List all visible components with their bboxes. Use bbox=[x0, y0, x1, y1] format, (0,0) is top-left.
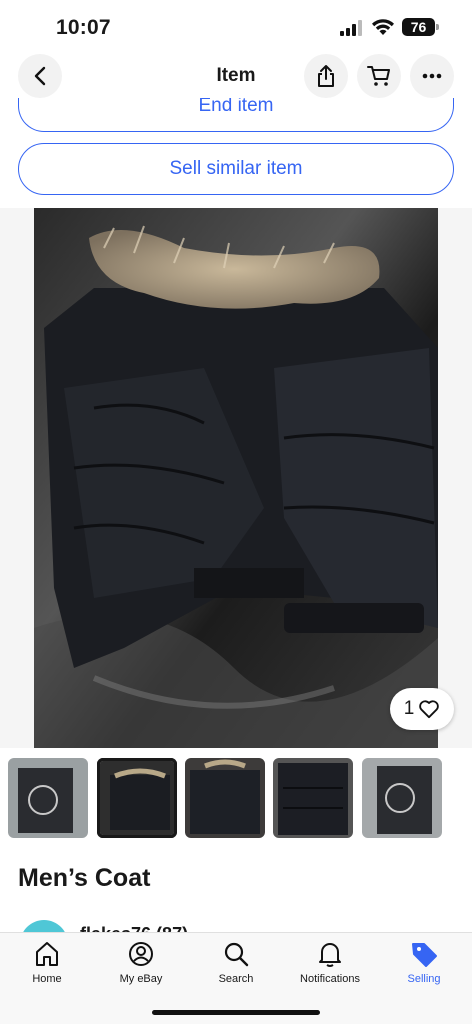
tab-label: Home bbox=[32, 973, 62, 985]
tab-my-ebay[interactable]: My eBay bbox=[101, 939, 181, 985]
tab-home[interactable]: Home bbox=[7, 939, 87, 985]
thumbnail-image bbox=[185, 758, 265, 838]
sell-similar-button[interactable]: Sell similar item bbox=[18, 143, 454, 195]
tab-notifications[interactable]: Notifications bbox=[290, 939, 370, 985]
more-horizontal-icon bbox=[422, 73, 442, 79]
main-item-photo[interactable] bbox=[34, 208, 438, 748]
tab-label: Notifications bbox=[300, 973, 360, 985]
tab-label: Search bbox=[218, 973, 254, 985]
share-button[interactable] bbox=[304, 54, 348, 98]
end-item-label: End item bbox=[198, 95, 274, 116]
more-button[interactable] bbox=[410, 54, 454, 98]
thumbnail-5[interactable] bbox=[362, 758, 442, 838]
thumbnail-1[interactable] bbox=[8, 758, 88, 838]
wifi-icon bbox=[372, 19, 394, 35]
tab-selling[interactable]: Selling bbox=[384, 939, 464, 985]
thumbnail-4[interactable] bbox=[273, 758, 353, 838]
image-gallery: 1 bbox=[0, 208, 472, 748]
cellular-signal-icon bbox=[340, 20, 362, 36]
like-count: 1 bbox=[403, 698, 415, 719]
thumbnail-3[interactable] bbox=[185, 758, 265, 838]
tab-label: My eBay bbox=[119, 973, 163, 985]
sell-similar-label: Sell similar item bbox=[169, 158, 303, 179]
thumbnail-image bbox=[362, 758, 442, 838]
thumbnail-2[interactable] bbox=[97, 758, 177, 838]
home-icon bbox=[36, 942, 58, 966]
share-icon bbox=[318, 65, 334, 87]
battery-tip bbox=[436, 24, 439, 30]
tag-icon bbox=[412, 943, 437, 967]
status-time: 10:07 bbox=[56, 16, 111, 39]
thumbnail-image bbox=[273, 758, 353, 838]
my-ebay-icon bbox=[129, 942, 153, 966]
home-indicator bbox=[152, 1010, 320, 1015]
like-button[interactable]: 1 bbox=[390, 688, 454, 730]
heart-icon bbox=[419, 700, 440, 719]
thumbnail-image bbox=[100, 761, 174, 835]
thumbnail-strip bbox=[0, 758, 472, 840]
nav-header: Item bbox=[0, 52, 472, 98]
tab-search[interactable]: Search bbox=[196, 939, 276, 985]
jacket-photo bbox=[34, 208, 438, 748]
cart-icon bbox=[367, 66, 390, 86]
tab-label: Selling bbox=[407, 973, 441, 985]
thumbnail-image bbox=[8, 758, 88, 838]
status-bar: 10:07 76 bbox=[0, 0, 472, 52]
page-title: Item bbox=[216, 65, 256, 86]
battery-indicator: 76 bbox=[402, 18, 435, 36]
cart-button[interactable] bbox=[357, 54, 401, 98]
item-title: Men’s Coat bbox=[18, 864, 151, 892]
search-icon bbox=[224, 942, 249, 967]
bell-icon bbox=[319, 943, 341, 967]
